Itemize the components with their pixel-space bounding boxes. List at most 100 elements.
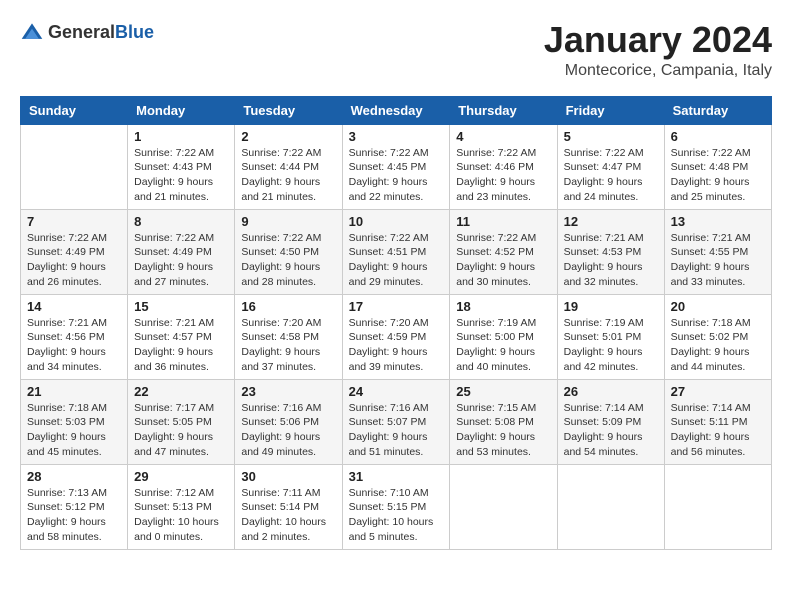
calendar-cell: 12 Sunrise: 7:21 AM Sunset: 4:53 PM Dayli… — [557, 209, 664, 294]
calendar-cell: 30Sunrise: 7:11 AM Sunset: 5:14 PM Dayli… — [235, 464, 342, 549]
weekday-header-friday: Friday — [557, 96, 664, 124]
day-number: 24 — [349, 384, 444, 399]
day-number: 9 — [241, 214, 335, 229]
calendar-cell: 24 Sunrise: 7:16 AM Sunset: 5:07 PM Dayli… — [342, 379, 450, 464]
calendar-cell: 21 Sunrise: 7:18 AM Sunset: 5:03 PM Dayli… — [21, 379, 128, 464]
day-number: 15 — [134, 299, 228, 314]
day-number: 23 — [241, 384, 335, 399]
day-info: Sunrise: 7:22 AM Sunset: 4:49 PM Dayligh… — [27, 231, 121, 290]
logo-general: General — [48, 22, 115, 42]
day-number: 13 — [671, 214, 765, 229]
day-info: Sunrise: 7:16 AM Sunset: 5:07 PM Dayligh… — [349, 401, 444, 460]
day-number: 21 — [27, 384, 121, 399]
day-number: 16 — [241, 299, 335, 314]
calendar-cell: 19 Sunrise: 7:19 AM Sunset: 5:01 PM Dayli… — [557, 294, 664, 379]
day-info: Sunrise: 7:22 AM Sunset: 4:43 PM Dayligh… — [134, 146, 228, 205]
day-number: 25 — [456, 384, 550, 399]
calendar-cell: 8Sunrise: 7:22 AM Sunset: 4:49 PM Daylig… — [128, 209, 235, 294]
day-info: Sunrise: 7:22 AM Sunset: 4:49 PM Dayligh… — [134, 231, 228, 290]
day-number: 18 — [456, 299, 550, 314]
day-number: 12 — [564, 214, 658, 229]
day-info: Sunrise: 7:22 AM Sunset: 4:51 PM Dayligh… — [349, 231, 444, 290]
calendar-cell: 15 Sunrise: 7:21 AM Sunset: 4:57 PM Dayli… — [128, 294, 235, 379]
day-number: 29 — [134, 469, 228, 484]
calendar-cell: 3 Sunrise: 7:22 AM Sunset: 4:45 PM Daylig… — [342, 124, 450, 209]
calendar-cell: 29 Sunrise: 7:12 AM Sunset: 5:13 PM Dayli… — [128, 464, 235, 549]
day-number: 2 — [241, 129, 335, 144]
weekday-header-wednesday: Wednesday — [342, 96, 450, 124]
day-number: 6 — [671, 129, 765, 144]
weekday-header-thursday: Thursday — [450, 96, 557, 124]
day-info: Sunrise: 7:22 AM Sunset: 4:52 PM Dayligh… — [456, 231, 550, 290]
calendar-cell: 27 Sunrise: 7:14 AM Sunset: 5:11 PM Dayli… — [664, 379, 771, 464]
calendar-cell: 26 Sunrise: 7:14 AM Sunset: 5:09 PM Dayli… — [557, 379, 664, 464]
weekday-header-tuesday: Tuesday — [235, 96, 342, 124]
calendar-cell: 11Sunrise: 7:22 AM Sunset: 4:52 PM Dayli… — [450, 209, 557, 294]
day-number: 20 — [671, 299, 765, 314]
week-row-5: 28Sunrise: 7:13 AM Sunset: 5:12 PM Dayli… — [21, 464, 772, 549]
day-info: Sunrise: 7:10 AM Sunset: 5:15 PM Dayligh… — [349, 486, 444, 545]
calendar-cell: 13 Sunrise: 7:21 AM Sunset: 4:55 PM Dayli… — [664, 209, 771, 294]
calendar-cell: 28Sunrise: 7:13 AM Sunset: 5:12 PM Dayli… — [21, 464, 128, 549]
day-info: Sunrise: 7:19 AM Sunset: 5:00 PM Dayligh… — [456, 316, 550, 375]
day-info: Sunrise: 7:15 AM Sunset: 5:08 PM Dayligh… — [456, 401, 550, 460]
calendar-cell: 4Sunrise: 7:22 AM Sunset: 4:46 PM Daylig… — [450, 124, 557, 209]
day-number: 17 — [349, 299, 444, 314]
calendar-cell: 14Sunrise: 7:21 AM Sunset: 4:56 PM Dayli… — [21, 294, 128, 379]
calendar-cell: 23 Sunrise: 7:16 AM Sunset: 5:06 PM Dayli… — [235, 379, 342, 464]
page-header: GeneralBlue January 2024 Montecorice, Ca… — [20, 20, 772, 80]
day-info: Sunrise: 7:13 AM Sunset: 5:12 PM Dayligh… — [27, 486, 121, 545]
weekday-header-sunday: Sunday — [21, 96, 128, 124]
day-info: Sunrise: 7:22 AM Sunset: 4:44 PM Dayligh… — [241, 146, 335, 205]
day-info: Sunrise: 7:22 AM Sunset: 4:45 PM Dayligh… — [349, 146, 444, 205]
weekday-header-saturday: Saturday — [664, 96, 771, 124]
day-info: Sunrise: 7:12 AM Sunset: 5:13 PM Dayligh… — [134, 486, 228, 545]
calendar-cell: 25 Sunrise: 7:15 AM Sunset: 5:08 PM Dayli… — [450, 379, 557, 464]
day-info: Sunrise: 7:18 AM Sunset: 5:03 PM Dayligh… — [27, 401, 121, 460]
day-info: Sunrise: 7:21 AM Sunset: 4:55 PM Dayligh… — [671, 231, 765, 290]
day-info: Sunrise: 7:22 AM Sunset: 4:50 PM Dayligh… — [241, 231, 335, 290]
day-info: Sunrise: 7:21 AM Sunset: 4:53 PM Dayligh… — [564, 231, 658, 290]
day-info: Sunrise: 7:22 AM Sunset: 4:48 PM Dayligh… — [671, 146, 765, 205]
day-number: 31 — [349, 469, 444, 484]
day-number: 27 — [671, 384, 765, 399]
calendar-body: 1 Sunrise: 7:22 AM Sunset: 4:43 PM Daylig… — [21, 124, 772, 549]
calendar-cell: 10 Sunrise: 7:22 AM Sunset: 4:51 PM Dayli… — [342, 209, 450, 294]
day-info: Sunrise: 7:14 AM Sunset: 5:11 PM Dayligh… — [671, 401, 765, 460]
day-info: Sunrise: 7:22 AM Sunset: 4:46 PM Dayligh… — [456, 146, 550, 205]
day-number: 5 — [564, 129, 658, 144]
logo: GeneralBlue — [20, 20, 154, 44]
day-info: Sunrise: 7:19 AM Sunset: 5:01 PM Dayligh… — [564, 316, 658, 375]
day-number: 22 — [134, 384, 228, 399]
week-row-3: 14Sunrise: 7:21 AM Sunset: 4:56 PM Dayli… — [21, 294, 772, 379]
day-number: 19 — [564, 299, 658, 314]
day-info: Sunrise: 7:21 AM Sunset: 4:57 PM Dayligh… — [134, 316, 228, 375]
calendar-cell: 22 Sunrise: 7:17 AM Sunset: 5:05 PM Dayli… — [128, 379, 235, 464]
calendar-cell: 16 Sunrise: 7:20 AM Sunset: 4:58 PM Dayli… — [235, 294, 342, 379]
calendar-cell: 31 Sunrise: 7:10 AM Sunset: 5:15 PM Dayli… — [342, 464, 450, 549]
calendar-cell: 5Sunrise: 7:22 AM Sunset: 4:47 PM Daylig… — [557, 124, 664, 209]
location-title: Montecorice, Campania, Italy — [544, 62, 772, 80]
day-info: Sunrise: 7:18 AM Sunset: 5:02 PM Dayligh… — [671, 316, 765, 375]
calendar-cell — [450, 464, 557, 549]
day-number: 30 — [241, 469, 335, 484]
calendar-cell: 20 Sunrise: 7:18 AM Sunset: 5:02 PM Dayli… — [664, 294, 771, 379]
day-number: 3 — [349, 129, 444, 144]
calendar-cell: 2 Sunrise: 7:22 AM Sunset: 4:44 PM Daylig… — [235, 124, 342, 209]
month-title: January 2024 — [544, 20, 772, 60]
day-info: Sunrise: 7:16 AM Sunset: 5:06 PM Dayligh… — [241, 401, 335, 460]
calendar-cell: 18 Sunrise: 7:19 AM Sunset: 5:00 PM Dayli… — [450, 294, 557, 379]
day-info: Sunrise: 7:20 AM Sunset: 4:58 PM Dayligh… — [241, 316, 335, 375]
day-number: 7 — [27, 214, 121, 229]
day-number: 1 — [134, 129, 228, 144]
day-info: Sunrise: 7:14 AM Sunset: 5:09 PM Dayligh… — [564, 401, 658, 460]
day-info: Sunrise: 7:17 AM Sunset: 5:05 PM Dayligh… — [134, 401, 228, 460]
day-info: Sunrise: 7:21 AM Sunset: 4:56 PM Dayligh… — [27, 316, 121, 375]
weekday-header-monday: Monday — [128, 96, 235, 124]
calendar-cell: 17Sunrise: 7:20 AM Sunset: 4:59 PM Dayli… — [342, 294, 450, 379]
title-area: January 2024 Montecorice, Campania, Ital… — [544, 20, 772, 80]
day-number: 26 — [564, 384, 658, 399]
calendar-cell: 7 Sunrise: 7:22 AM Sunset: 4:49 PM Daylig… — [21, 209, 128, 294]
calendar-cell — [557, 464, 664, 549]
day-number: 10 — [349, 214, 444, 229]
